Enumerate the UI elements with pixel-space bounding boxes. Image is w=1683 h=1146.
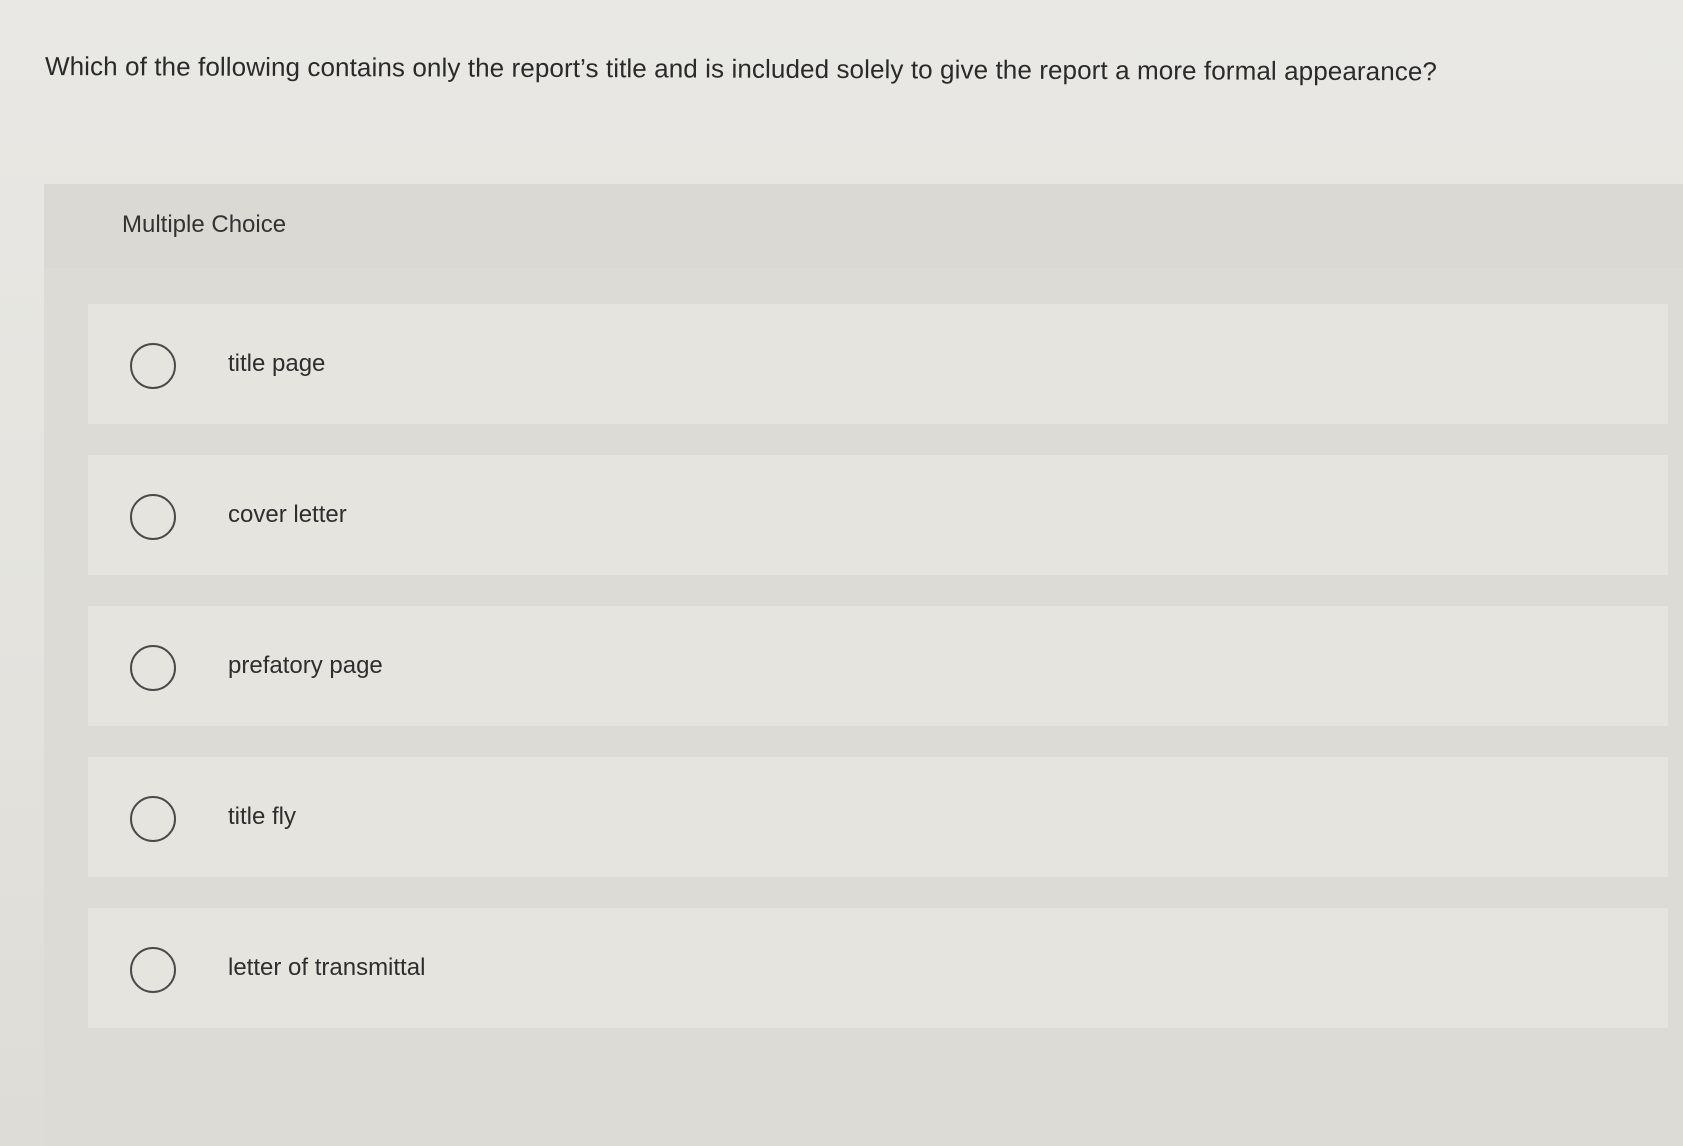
radio-icon[interactable] <box>130 645 176 691</box>
question-text: Which of the following contains only the… <box>44 51 1438 87</box>
multiple-choice-header: Multiple Choice <box>44 184 1683 268</box>
radio-icon[interactable] <box>130 343 176 389</box>
option-title-page[interactable]: title page <box>88 304 1668 424</box>
radio-icon[interactable] <box>130 494 176 540</box>
option-title-fly[interactable]: title fly <box>88 757 1668 877</box>
option-label: letter of transmittal <box>228 954 426 981</box>
option-label: title fly <box>228 803 297 830</box>
option-prefatory-page[interactable]: prefatory page <box>88 606 1668 726</box>
option-label: prefatory page <box>228 652 383 679</box>
multiple-choice-panel: Multiple Choice title page cover letter … <box>44 184 1683 1146</box>
multiple-choice-label: Multiple Choice <box>122 211 287 238</box>
option-label: cover letter <box>228 501 347 528</box>
option-letter-of-transmittal[interactable]: letter of transmittal <box>88 908 1668 1028</box>
page: Which of the following contains only the… <box>0 0 1683 1146</box>
option-label: title page <box>228 350 326 377</box>
radio-icon[interactable] <box>130 947 176 993</box>
option-cover-letter[interactable]: cover letter <box>88 455 1668 575</box>
radio-icon[interactable] <box>130 796 176 842</box>
